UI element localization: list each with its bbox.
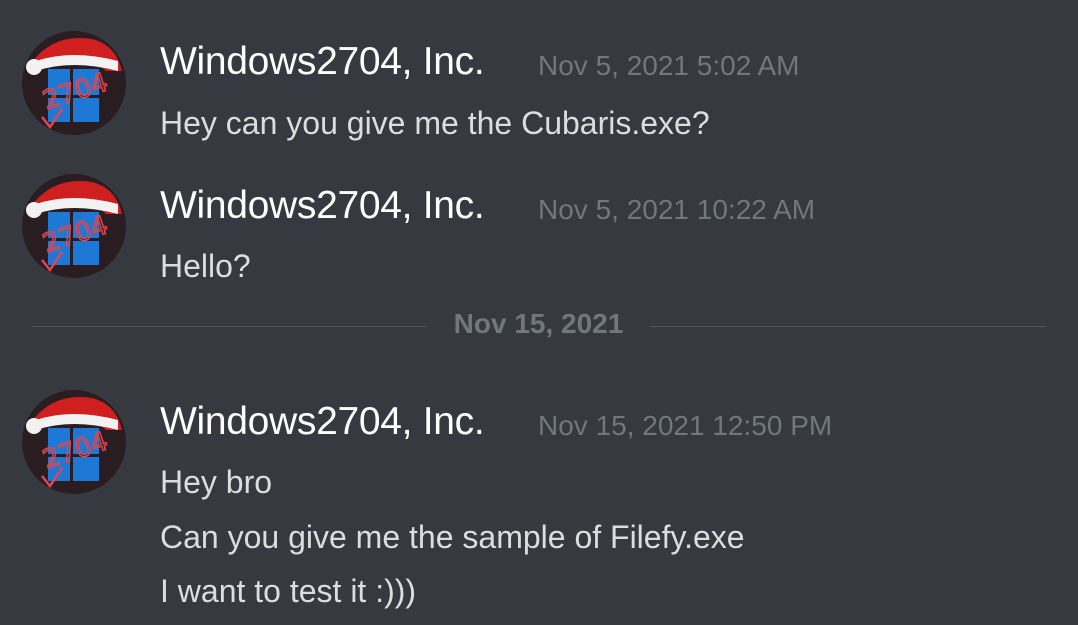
divider-line xyxy=(650,326,1046,327)
windows-logo-santa-hat-avatar-icon: 2704 xyxy=(22,31,126,135)
message-author[interactable]: Windows2704, Inc. xyxy=(160,184,485,228)
message-author[interactable]: Windows2704, Inc. xyxy=(160,40,485,84)
message-text: I want to test it :))) xyxy=(160,573,417,609)
date-divider: Nov 15, 2021 xyxy=(32,308,1046,339)
message-timestamp: Nov 5, 2021 10:22 AM xyxy=(538,194,816,225)
message-timestamp: Nov 5, 2021 5:02 AM xyxy=(538,50,800,81)
windows-logo-santa-hat-avatar-icon: 2704 xyxy=(22,174,126,278)
message-text: Hey bro xyxy=(160,464,273,500)
date-divider-label: Nov 15, 2021 xyxy=(453,308,624,339)
chat-message-list: 2704 Windows2704, Inc. Nov 5, 2021 5:02 … xyxy=(0,0,1078,625)
message-text: Can you give me the sample of Filefy.exe xyxy=(160,519,745,555)
divider-line xyxy=(32,326,427,327)
avatar[interactable]: 2704 xyxy=(22,31,126,135)
message-timestamp: Nov 15, 2021 12:50 PM xyxy=(538,410,833,441)
avatar[interactable]: 2704 xyxy=(22,390,126,494)
message-text: Hello? xyxy=(160,248,251,284)
avatar[interactable]: 2704 xyxy=(22,174,126,278)
message-text: Hey can you give me the Cubaris.exe? xyxy=(160,105,710,141)
windows-logo-santa-hat-avatar-icon: 2704 xyxy=(22,390,126,494)
message-author[interactable]: Windows2704, Inc. xyxy=(160,400,485,444)
